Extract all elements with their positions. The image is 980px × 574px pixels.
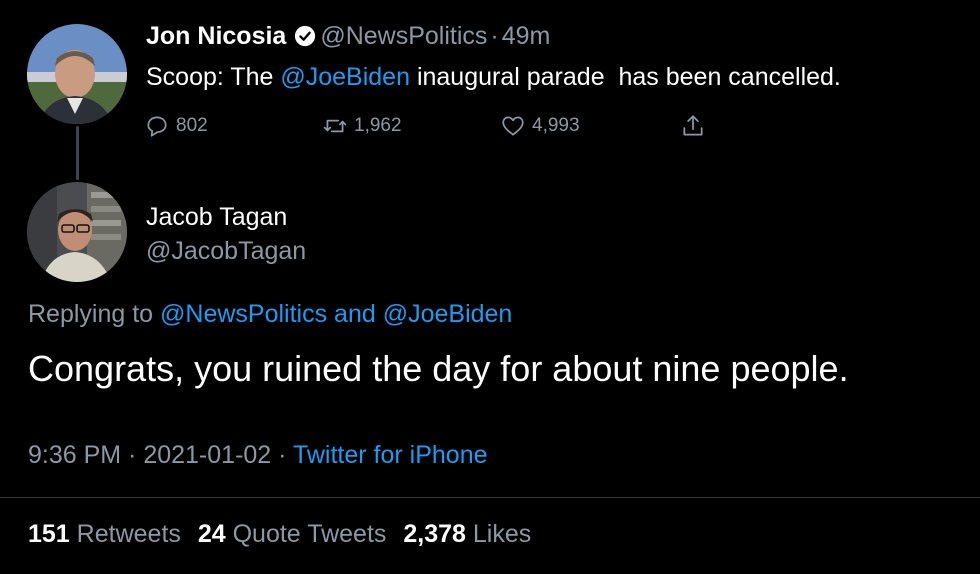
replying-to-line: Replying to @NewsPolitics and @JoeBiden (28, 300, 512, 329)
replying-to-mentions[interactable]: @NewsPolitics and @JoeBiden (160, 300, 512, 328)
stats-divider (0, 497, 980, 498)
reply-tweet-text: Congrats, you ruined the day for about n… (28, 348, 849, 389)
parent-text-after: inaugural parade has been cancelled. (410, 63, 841, 91)
parent-text-before: Scoop: The (146, 63, 281, 91)
header-separator: · (490, 22, 499, 50)
thread-connector-line (76, 126, 79, 180)
heart-icon (502, 116, 524, 136)
likes-stat-count: 2,378 (403, 520, 466, 548)
share-action[interactable] (680, 113, 706, 139)
replying-to-prefix: Replying to (28, 300, 161, 328)
share-icon (683, 115, 703, 136)
quote-tweets-stat[interactable]: 24 Quote Tweets (198, 520, 387, 548)
parent-tweet-text: Scoop: The @JoeBiden inaugural parade ha… (146, 63, 841, 92)
tweet-meta: 9:36 PM · 2021-01-02 · Twitter for iPhon… (28, 441, 488, 470)
retweet-icon (323, 119, 347, 133)
parent-action-bar: 802 1,962 4,993 (144, 113, 724, 141)
retweet-count: 1,962 (354, 115, 402, 136)
avatar-photo-icon (27, 182, 127, 282)
reply-handle[interactable]: @JacobTagan (146, 237, 306, 266)
avatar-jon-nicosia[interactable] (27, 24, 127, 124)
parent-tweet-header: Jon Nicosia @NewsPolitics · 49m (146, 22, 550, 51)
avatar-jacob-tagan[interactable] (27, 182, 127, 282)
like-action[interactable]: 4,993 (500, 113, 580, 139)
reply-count: 802 (176, 115, 208, 136)
tweet-source-link[interactable]: Twitter for iPhone (293, 441, 488, 469)
parent-time-ago[interactable]: 49m (502, 22, 551, 50)
verified-badge-icon (295, 25, 316, 47)
quote-tweets-stat-count: 24 (197, 520, 226, 548)
likes-stat-label: Likes (472, 520, 532, 548)
reply-action[interactable]: 802 (144, 113, 208, 139)
retweets-stat[interactable]: 151 Retweets (28, 520, 181, 548)
tweet-timestamp[interactable]: 9:36 PM · 2021-01-02 · (28, 441, 293, 469)
avatar-photo-icon (27, 24, 127, 124)
mention-joebiden[interactable]: @JoeBiden (280, 63, 410, 91)
retweets-stat-count: 151 (28, 520, 70, 548)
reply-display-name[interactable]: Jacob Tagan (146, 203, 287, 232)
parent-display-name[interactable]: Jon Nicosia (146, 22, 286, 50)
like-count: 4,993 (532, 115, 580, 136)
likes-stat[interactable]: 2,378 Likes (403, 520, 531, 548)
retweet-action[interactable]: 1,962 (322, 113, 402, 139)
reply-bubble-icon (147, 116, 167, 137)
parent-handle[interactable]: @NewsPolitics (320, 22, 487, 50)
engagement-stats: 151 Retweets 24 Quote Tweets 2,378 Likes (28, 520, 541, 549)
retweets-stat-label: Retweets (76, 520, 181, 548)
quote-tweets-stat-label: Quote Tweets (232, 520, 387, 548)
